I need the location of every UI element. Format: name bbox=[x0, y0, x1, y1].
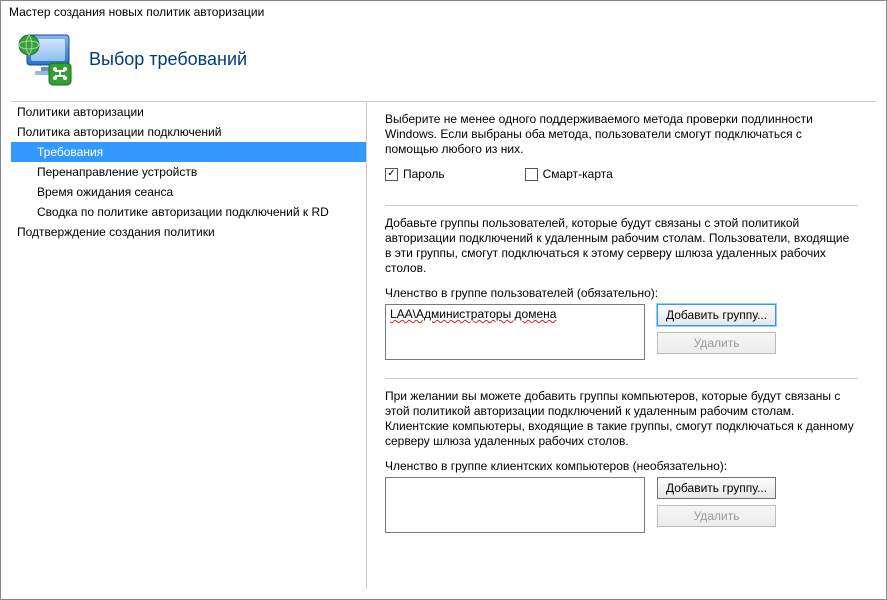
remove-user-group-button[interactable]: Удалить bbox=[657, 332, 776, 354]
add-computer-group-button[interactable]: Добавить группу... bbox=[657, 477, 776, 499]
nav-item-auth-policies[interactable]: Политики авторизации bbox=[11, 102, 366, 122]
window-title: Мастер создания новых политик авторизаци… bbox=[1, 1, 886, 23]
content-area: Политики авторизации Политика авторизаци… bbox=[1, 95, 886, 599]
user-groups-label: Членство в группе пользователей (обязате… bbox=[385, 286, 858, 300]
user-groups-section: Добавьте группы пользователей, которые б… bbox=[385, 216, 858, 368]
nav-item-session-timeout[interactable]: Время ожидания сеанса bbox=[11, 182, 366, 202]
checkbox-smartcard-label: Смарт-карта bbox=[543, 167, 613, 181]
nav-item-confirm-creation[interactable]: Подтверждение создания политики bbox=[11, 222, 366, 242]
computer-groups-section: При желании вы можете добавить группы ко… bbox=[385, 389, 858, 541]
computer-groups-listbox[interactable] bbox=[385, 477, 645, 533]
nav-sidebar: Политики авторизации Политика авторизаци… bbox=[11, 101, 366, 589]
nav-item-device-redirection[interactable]: Перенаправление устройств bbox=[11, 162, 366, 182]
nav-item-connection-auth-policy[interactable]: Политика авторизации подключений bbox=[11, 122, 366, 142]
wizard-window: Мастер создания новых политик авторизаци… bbox=[0, 0, 887, 600]
remove-computer-group-button[interactable]: Удалить bbox=[657, 505, 776, 527]
separator bbox=[385, 378, 858, 379]
check-icon bbox=[525, 168, 538, 181]
page-title: Выбор требований bbox=[89, 49, 247, 70]
auth-methods-description: Выберите не менее одного поддерживаемого… bbox=[385, 112, 858, 157]
separator bbox=[385, 205, 858, 206]
check-icon: ✓ bbox=[385, 168, 398, 181]
user-groups-listbox[interactable]: LAA\Администраторы домена bbox=[385, 304, 645, 360]
computer-groups-label: Членство в группе клиентских компьютеров… bbox=[385, 459, 858, 473]
checkbox-password[interactable]: ✓ Пароль bbox=[385, 167, 445, 181]
checkbox-smartcard[interactable]: Смарт-карта bbox=[525, 167, 613, 181]
nav-item-requirements[interactable]: Требования bbox=[11, 142, 366, 162]
wizard-icon bbox=[15, 31, 75, 87]
wizard-header: Выбор требований bbox=[1, 23, 886, 95]
add-user-group-button[interactable]: Добавить группу... bbox=[657, 304, 776, 326]
checkbox-password-label: Пароль bbox=[403, 167, 445, 181]
auth-methods-section: Выберите не менее одного поддерживаемого… bbox=[385, 112, 858, 195]
main-panel: Выберите не менее одного поддерживаемого… bbox=[366, 101, 876, 589]
auth-methods-checkboxes: ✓ Пароль Смарт-карта bbox=[385, 167, 858, 181]
nav-item-rd-cap-summary[interactable]: Сводка по политике авторизации подключен… bbox=[11, 202, 366, 222]
list-item[interactable]: LAA\Администраторы домена bbox=[390, 307, 556, 321]
user-groups-description: Добавьте группы пользователей, которые б… bbox=[385, 216, 858, 276]
computer-groups-description: При желании вы можете добавить группы ко… bbox=[385, 389, 858, 449]
